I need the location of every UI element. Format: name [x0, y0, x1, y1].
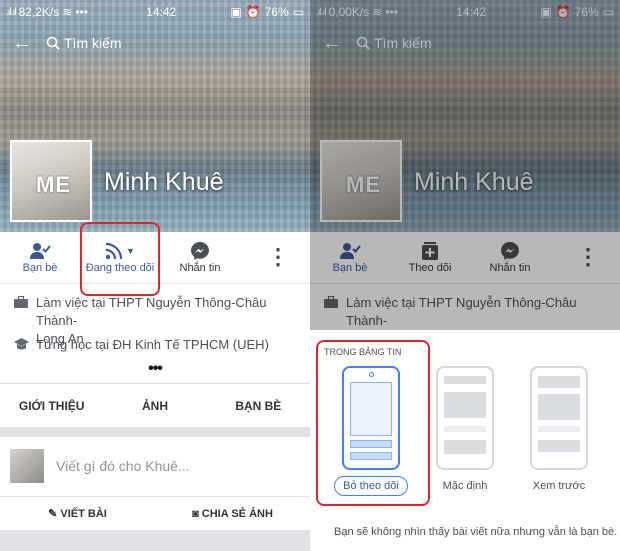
highlight-following [80, 222, 160, 296]
option-see-first[interactable]: Xem trước [516, 366, 602, 494]
more-info-button[interactable]: ••• [0, 360, 310, 378]
divider [0, 427, 310, 437]
share-photo-button[interactable]: ◙ CHIA SẺ ẢNH [155, 508, 310, 520]
write-post-button[interactable]: ✎ VIẾT BÀI [0, 507, 155, 520]
write-post-label: VIẾT BÀI [60, 508, 107, 520]
search-icon [46, 36, 64, 50]
dim-overlay[interactable] [310, 0, 620, 330]
signal-icon: .ıl.ıl [6, 6, 17, 18]
profile-photo-text: ME [36, 172, 71, 197]
work-text-line1: Làm việc tại THPT Nguyễn Thông-Châu Thàn… [36, 295, 267, 328]
alarm-icon: ⏰ [245, 5, 261, 19]
option-default-label: Mặc định [442, 480, 488, 492]
composer-avatar [10, 449, 44, 483]
option-description: Bạn sẽ không nhìn thấy bài viết nữa nhưn… [334, 526, 618, 538]
study-text: Từng học tại ĐH Kinh Tế TPHCM (UEH) [36, 337, 269, 352]
info-study: Từng học tại ĐH Kinh Tế TPHCM (UEH) [0, 336, 310, 354]
friends-button[interactable]: Bạn bè [0, 232, 80, 283]
phone-see-first-icon [530, 366, 588, 470]
wifi-icon: ≋ [62, 5, 73, 19]
notification-icon: ▣ [230, 5, 242, 19]
battery-icon: ▭ [292, 5, 304, 19]
divider [0, 530, 310, 551]
screen-follow-sheet: .ıl.ıl 0,00K/s ≋ ••• 14:42 ▣ ⏰ 76% ▭ ← T… [310, 0, 620, 551]
message-button[interactable]: Nhắn tin [160, 232, 240, 283]
screen-profile: .ıl.ıl 82,2K/s ≋ ••• 14:42 ▣ ⏰ 76% ▭ ← T… [0, 0, 310, 551]
highlight-unfollow [316, 340, 430, 506]
post-actions: ✎ VIẾT BÀI ◙ CHIA SẺ ẢNH [0, 496, 310, 530]
pencil-icon: ✎ [48, 508, 61, 520]
status-bar: .ıl.ıl 82,2K/s ≋ ••• 14:42 ▣ ⏰ 76% ▭ [0, 0, 310, 24]
post-composer[interactable]: Viết gì đó cho Khuê... [0, 446, 310, 486]
more-dots-icon: ••• [75, 5, 88, 19]
battery-percent: 76% [264, 5, 289, 19]
more-vert-icon[interactable]: ⋮ [246, 232, 310, 283]
option-see-first-label: Xem trước [532, 480, 586, 492]
tab-photos[interactable]: ẢNH [103, 399, 206, 413]
search-bar[interactable]: ← Tìm kiếm [12, 30, 298, 56]
clock: 14:42 [146, 5, 177, 19]
graduation-cap-icon [14, 336, 36, 354]
option-default[interactable]: Mặc định [422, 366, 508, 494]
friends-label: Bạn bè [22, 262, 58, 274]
composer-input[interactable]: Viết gì đó cho Khuê... [56, 458, 190, 474]
tab-about[interactable]: GIỚI THIỆU [0, 399, 103, 413]
message-label: Nhắn tin [179, 262, 221, 274]
phone-default-icon [436, 366, 494, 470]
tab-friends[interactable]: BẠN BÈ [207, 399, 310, 413]
friends-check-icon [0, 240, 80, 262]
network-speed: 82,2K/s [18, 5, 60, 19]
search-input[interactable]: Tìm kiếm [64, 35, 122, 51]
profile-picture[interactable]: ME [10, 140, 92, 222]
camera-icon: ◙ [192, 507, 202, 520]
share-photo-label: CHIA SẺ ẢNH [201, 507, 273, 520]
profile-tabs: GIỚI THIỆU ẢNH BẠN BÈ [0, 383, 310, 427]
feed-options-sheet: TRONG BẢNG TIN Bỏ theo dõi Mặc định Xem … [310, 330, 620, 551]
messenger-icon [160, 240, 240, 262]
profile-name: Minh Khuê [104, 168, 224, 196]
back-arrow-icon[interactable]: ← [12, 32, 46, 55]
